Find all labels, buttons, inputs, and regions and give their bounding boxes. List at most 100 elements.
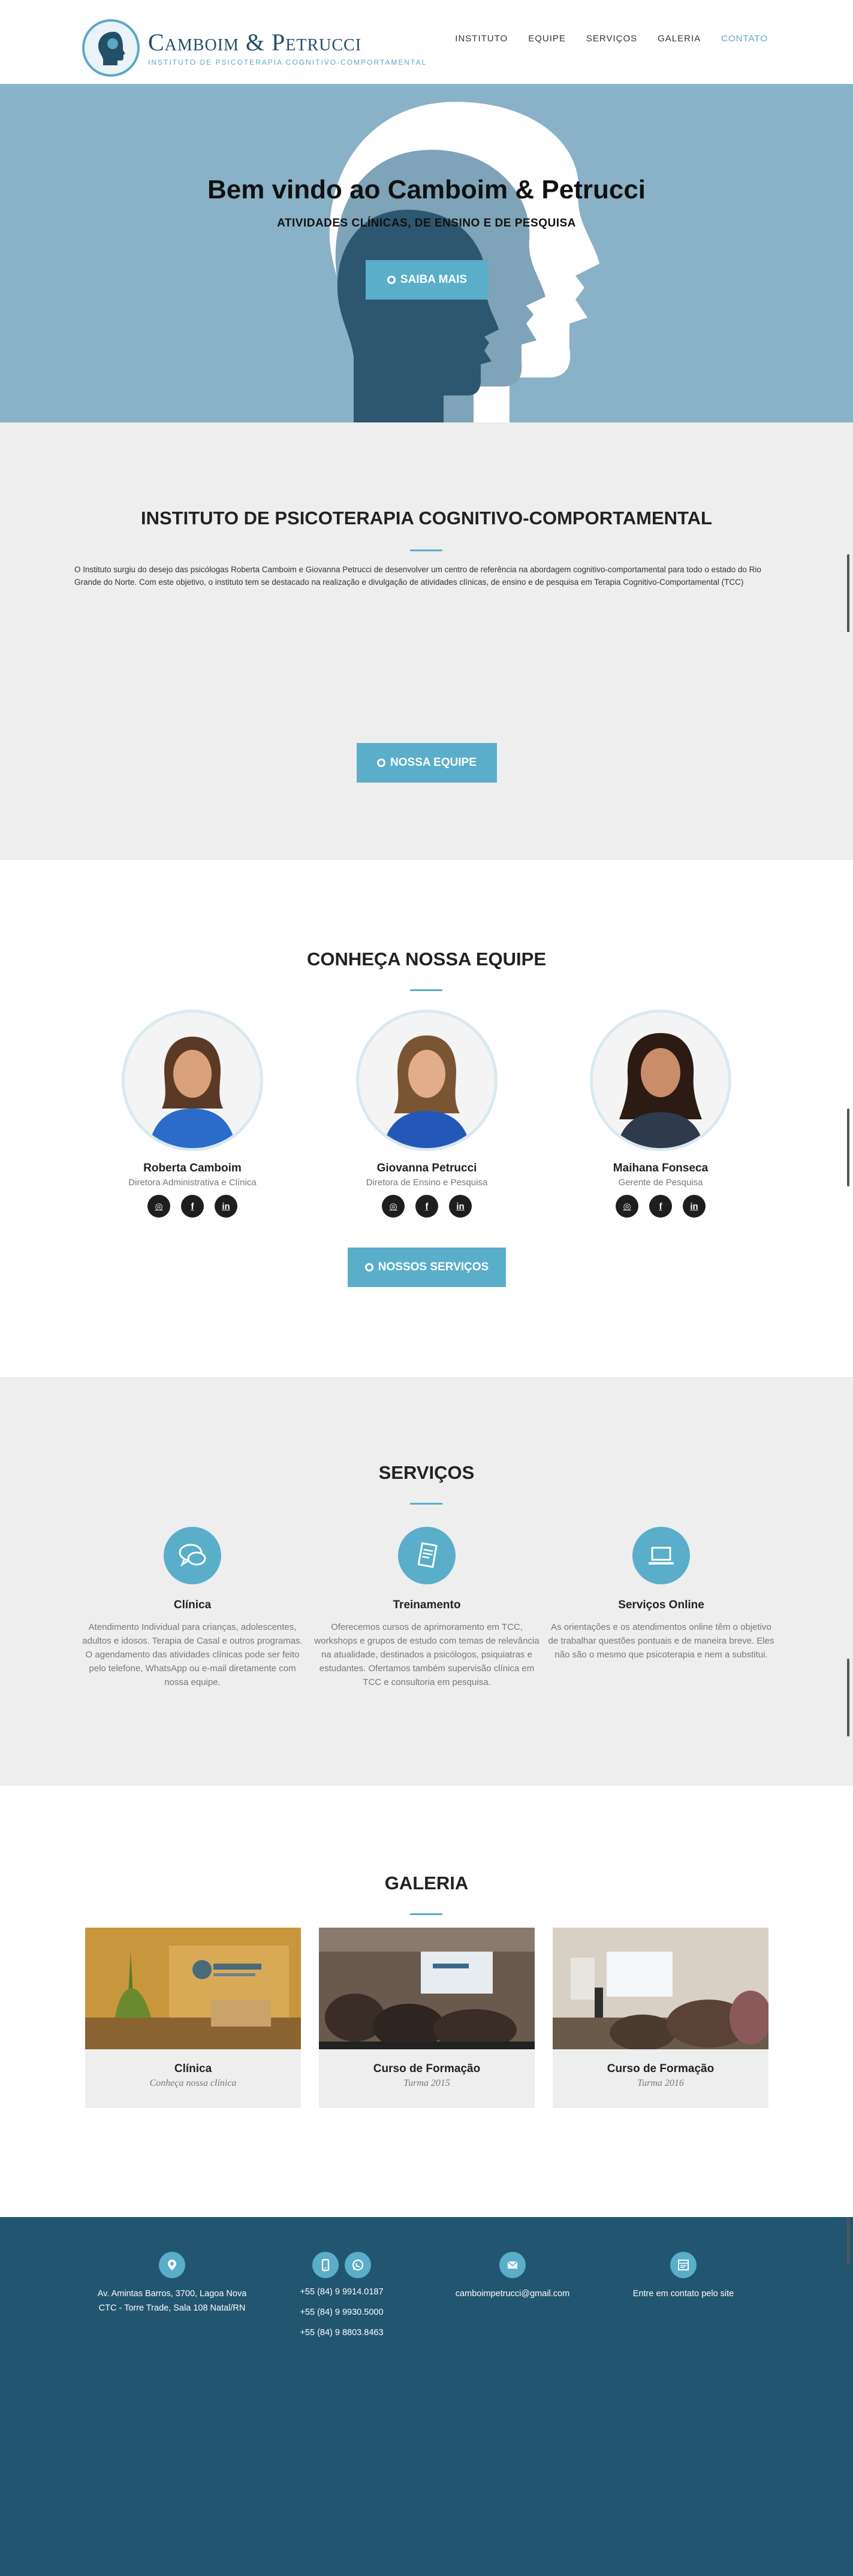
phone-number[interactable]: +55 (84) 9 9930.5000	[288, 2302, 396, 2323]
instagram-icon[interactable]: ◎	[616, 1195, 638, 1218]
instagram-icon[interactable]: ◎	[147, 1195, 170, 1218]
linkedin-icon[interactable]: in	[449, 1195, 472, 1218]
member-role: Diretora Administrativa e Clínica	[128, 1177, 257, 1188]
address-line-1: Av. Amintas Barros, 3700, Lagoa Nova	[97, 2289, 247, 2299]
laptop-icon	[632, 1527, 690, 1584]
service-card: Serviços Online As orientações e os aten…	[547, 1527, 775, 1662]
member-role: Gerente de Pesquisa	[618, 1177, 703, 1188]
gallery-subtitle: Conheça nossa clínica	[149, 2078, 237, 2088]
instagram-icon[interactable]: ◎	[382, 1195, 405, 1218]
galeria-title: GALERIA	[384, 1873, 469, 1894]
nossos-servicos-label: NOSSOS SERVIÇOS	[378, 1261, 489, 1273]
head-logo-icon	[82, 19, 140, 77]
hero-title: Bem vindo ao Camboim & Petrucci	[207, 175, 646, 204]
brand-tagline: INSTITUTO DE PSICOTERAPIA COGNITIVO-COMP…	[148, 58, 427, 67]
equipe-title: CONHEÇA NOSSA EQUIPE	[306, 949, 547, 970]
member-name: Giovanna Petrucci	[376, 1162, 477, 1174]
saiba-mais-button[interactable]: SAIBA MAIS	[366, 260, 489, 300]
service-card: Clínica Atendimento Individual para cria…	[79, 1527, 306, 1689]
footer-contact: Entre em contato pelo site	[623, 2252, 743, 2301]
instituto-description: O Instituto surgiu do desejo das psicólo…	[74, 565, 761, 587]
gallery-subtitle: Turma 2015	[403, 2078, 450, 2088]
gallery-item[interactable]: Clínica Conheça nossa clínica	[85, 1928, 301, 2108]
scrollbar-thumb[interactable]	[847, 1109, 849, 1186]
member-role: Diretora de Ensino e Pesquisa	[366, 1177, 488, 1188]
circle-icon	[364, 1263, 373, 1272]
title-divider	[410, 1913, 442, 1915]
footer-address: Av. Amintas Barros, 3700, Lagoa Nova CTC…	[85, 2252, 259, 2315]
member-name: Roberta Camboim	[143, 1162, 242, 1174]
facebook-icon[interactable]: f	[649, 1195, 672, 1218]
course-2016-photo	[553, 1928, 768, 2049]
chat-bubbles-icon	[164, 1527, 221, 1584]
site-header: Camboim & Petrucci INSTITUTO DE PSICOTER…	[0, 0, 853, 84]
service-text: Oferecemos cursos de aprimoramento em TC…	[314, 1622, 539, 1687]
mobile-phone-icon	[312, 2252, 339, 2278]
scrollbar-thumb[interactable]	[847, 1659, 849, 1737]
service-text: Atendimento Individual para crianças, ad…	[82, 1622, 303, 1687]
instituto-title: INSTITUTO DE PSICOTERAPIA COGNITIVO-COMP…	[141, 508, 712, 529]
team-member-card: Maihana Fonseca Gerente de Pesquisa ◎ f …	[571, 1010, 750, 1218]
saiba-mais-label: SAIBA MAIS	[400, 273, 468, 286]
envelope-icon	[499, 2252, 526, 2278]
footer-email: camboimpetrucci@gmail.com	[441, 2252, 584, 2301]
gallery-title: Curso de Formação	[607, 2062, 715, 2075]
clinic-reception-photo	[85, 1928, 301, 2049]
nossa-equipe-button[interactable]: NOSSA EQUIPE	[357, 743, 497, 783]
nav-equipe[interactable]: EQUIPE	[528, 34, 566, 44]
scrollbar-thumb[interactable]	[847, 554, 849, 632]
gallery-title: Clínica	[174, 2062, 212, 2075]
map-pin-icon	[159, 2252, 185, 2278]
team-member-card: Roberta Camboim Diretora Administrativa …	[103, 1010, 282, 1218]
circle-icon	[387, 276, 396, 284]
whatsapp-icon[interactable]	[345, 2252, 371, 2278]
gallery-title: Curso de Formação	[373, 2062, 481, 2075]
nav-contato[interactable]: CONTATO	[721, 34, 768, 44]
nav-galeria[interactable]: GALERIA	[658, 34, 701, 44]
service-text: As orientações e os atendimentos online …	[548, 1622, 774, 1660]
phone-number[interactable]: +55 (84) 9 9914.0187	[288, 2282, 396, 2302]
address-line-2: CTC - Torre Trade, Sala 108 Natal/RN	[98, 2303, 246, 2313]
galeria-section: GALERIA Clínica Conheça nossa clínica Cu…	[0, 1786, 853, 2217]
title-divider	[410, 549, 442, 551]
site-footer: Av. Amintas Barros, 3700, Lagoa Nova CTC…	[0, 2217, 853, 2576]
avatar	[590, 1010, 731, 1151]
equipe-section: CONHEÇA NOSSA EQUIPE Roberta Camboim Dir…	[0, 860, 853, 1377]
avatar	[356, 1010, 498, 1151]
hero-banner: Bem vindo ao Camboim & Petrucci ATIVIDAD…	[0, 84, 853, 422]
avatar	[122, 1010, 263, 1151]
hero-subtitle: ATIVIDADES CLÍNICAS, DE ENSINO E DE PESQ…	[277, 217, 576, 229]
head-silhouettes-illustration	[329, 102, 599, 422]
facebook-icon[interactable]: f	[415, 1195, 438, 1218]
linkedin-icon[interactable]: in	[215, 1195, 237, 1218]
circle-icon	[377, 759, 386, 767]
service-title: Serviços Online	[618, 1599, 704, 1611]
main-nav: INSTITUTO EQUIPE SERVIÇOS GALERIA CONTAT…	[455, 34, 768, 44]
nav-servicos[interactable]: SERVIÇOS	[586, 34, 637, 44]
nossos-servicos-button[interactable]: NOSSOS SERVIÇOS	[348, 1248, 506, 1287]
email-link[interactable]: camboimpetrucci@gmail.com	[456, 2289, 569, 2299]
servicos-title: SERVIÇOS	[378, 1462, 475, 1483]
brand-name: Camboim & Petrucci	[148, 29, 362, 56]
linkedin-icon[interactable]: in	[683, 1195, 706, 1218]
logo[interactable]: Camboim & Petrucci INSTITUTO DE PSICOTER…	[82, 19, 427, 77]
instituto-section: INSTITUTO DE PSICOTERAPIA COGNITIVO-COMP…	[0, 422, 853, 860]
book-icon	[398, 1527, 456, 1584]
title-divider	[410, 1503, 442, 1505]
phone-number[interactable]: +55 (84) 9 8803.8463	[288, 2323, 396, 2343]
gallery-item[interactable]: Curso de Formação Turma 2016	[553, 1928, 768, 2108]
service-title: Treinamento	[393, 1599, 461, 1611]
course-2015-photo	[319, 1928, 535, 2049]
contact-site-link[interactable]: Entre em contato pelo site	[633, 2289, 734, 2299]
nossa-equipe-label: NOSSA EQUIPE	[390, 756, 477, 769]
servicos-section: SERVIÇOS Clínica Atendimento Individual …	[0, 1377, 853, 1786]
scrollbar-thumb[interactable]	[847, 2217, 849, 2265]
gallery-subtitle: Turma 2016	[637, 2078, 684, 2088]
nav-instituto[interactable]: INSTITUTO	[455, 34, 508, 44]
facebook-icon[interactable]: f	[181, 1195, 204, 1218]
web-form-icon	[670, 2252, 697, 2278]
team-member-card: Giovanna Petrucci Diretora de Ensino e P…	[337, 1010, 517, 1218]
gallery-item[interactable]: Curso de Formação Turma 2015	[319, 1928, 535, 2108]
title-divider	[410, 989, 442, 991]
footer-phones: +55 (84) 9 9914.0187 +55 (84) 9 9930.500…	[288, 2252, 396, 2343]
